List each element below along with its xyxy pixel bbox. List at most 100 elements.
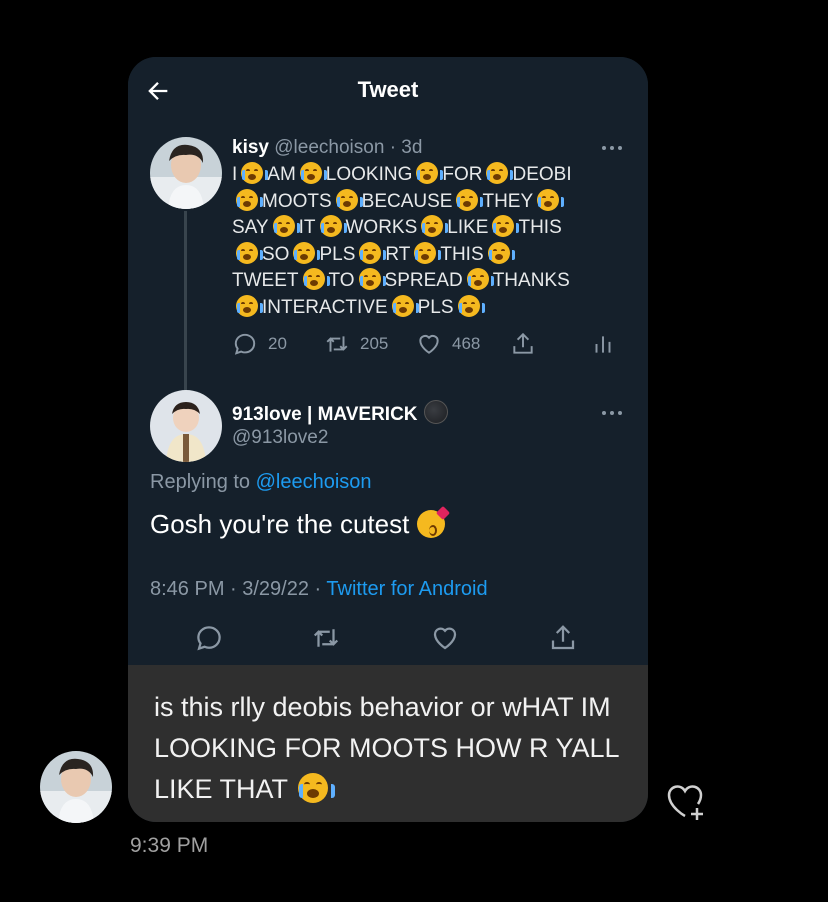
share-stat[interactable] — [510, 331, 546, 357]
quoted-word: TWEET — [232, 270, 299, 291]
more-icon[interactable] — [600, 144, 624, 152]
reply-display-name[interactable]: 913love | MAVERICK — [232, 400, 448, 426]
quoted-word: THEY — [482, 190, 534, 212]
tweet-screenshot: Tweet kisy @leechoison · 3d I AM LOOKING FO… — [128, 57, 648, 665]
crying-emoji-icon — [299, 162, 327, 184]
replying-to-line: Replying to @leechoison — [150, 471, 372, 494]
crying-emoji-icon — [236, 188, 263, 211]
crying-emoji-icon — [359, 241, 387, 264]
page-title: Tweet — [357, 77, 419, 102]
crying-emoji-icon — [236, 241, 263, 264]
reply-icon — [234, 333, 256, 355]
heart-add-icon[interactable] — [664, 778, 710, 824]
crying-emoji-icon — [272, 215, 300, 237]
quoted-word: DEOBI — [512, 164, 572, 185]
quoted-word: FOR — [442, 164, 483, 185]
crying-emoji-icon — [492, 215, 520, 237]
crying-emoji-icon — [335, 188, 363, 211]
like-icon[interactable] — [430, 623, 460, 653]
quoted-age: · 3d — [389, 137, 423, 158]
quoted-word: TO — [328, 270, 355, 291]
replying-prefix: Replying to — [150, 471, 256, 493]
quoted-word: MOOTS — [262, 190, 332, 212]
more-icon[interactable] — [600, 409, 624, 417]
crying-emoji-icon — [421, 215, 449, 237]
crying-emoji-icon — [416, 162, 444, 184]
crying-emoji-icon — [456, 188, 484, 211]
quoted-word: THIS — [440, 243, 484, 265]
reply-count: 20 — [268, 334, 287, 353]
quoted-word: SO — [262, 243, 290, 265]
shared-tweet-card[interactable]: Tweet kisy @leechoison · 3d I AM LOOKING FO… — [128, 57, 648, 822]
quoted-text-line: SO PLS RT THIS — [232, 241, 622, 269]
quoted-display-name[interactable]: kisy — [232, 137, 269, 158]
tweet-source[interactable]: Twitter for Android — [326, 578, 487, 600]
quoted-user-avatar[interactable] — [150, 137, 222, 209]
quoted-tweet-stats: 20 205 468 — [232, 331, 632, 361]
quoted-word: INTERACTIVE — [262, 296, 388, 318]
reply-stat[interactable]: 20 — [232, 331, 287, 357]
like-count: 468 — [452, 334, 481, 353]
crying-emoji-icon — [466, 268, 494, 290]
like-stat[interactable]: 468 — [416, 331, 480, 357]
crying-emoji-icon — [236, 294, 263, 317]
quoted-word: LIKE — [447, 217, 489, 238]
quoted-tweet-text: I AM LOOKING FOR DEOBI MOOTS BECAUSE THEY SAY IT W… — [232, 162, 622, 321]
sender-avatar[interactable] — [40, 751, 112, 823]
crying-emoji-icon — [302, 268, 330, 290]
crying-emoji-icon — [457, 294, 485, 317]
quoted-text-line: TWEET TO SPREAD THANKS — [232, 268, 622, 295]
tweet-action-bar — [128, 617, 648, 657]
crying-emoji-icon — [391, 294, 419, 317]
quoted-word: THIS — [518, 217, 562, 238]
moon-emoji-icon — [423, 400, 448, 424]
quoted-handle[interactable]: @leechoison — [274, 137, 384, 158]
retweet-count: 205 — [360, 334, 389, 353]
tweet-time: 8:46 PM · 3/29/22 · — [150, 578, 327, 600]
retweet-icon[interactable] — [311, 623, 341, 653]
quoted-word: SAY — [232, 217, 269, 238]
like-icon — [419, 334, 439, 354]
crying-emoji-icon — [319, 215, 347, 237]
quoted-word: I — [232, 164, 238, 185]
message-text-block: is this rlly deobis behavior or wHAT IM … — [154, 687, 634, 810]
analytics-stat[interactable] — [590, 331, 626, 357]
kiss-emoji-icon — [417, 510, 446, 538]
reply-user-avatar[interactable] — [150, 390, 222, 462]
share-icon — [513, 332, 533, 354]
replying-to-link[interactable]: @leechoison — [256, 471, 372, 493]
crying-emoji-icon — [487, 241, 515, 264]
crying-emoji-icon — [486, 162, 514, 184]
reply-icon[interactable] — [194, 623, 224, 653]
tweet-meta: 8:46 PM · 3/29/22 · Twitter for Android — [150, 578, 488, 601]
crying-emoji-icon — [293, 241, 321, 264]
crying-emoji-icon — [358, 268, 386, 290]
quoted-word: PLS — [417, 296, 454, 318]
quoted-word: THANKS — [492, 270, 570, 291]
message-text: is this rlly deobis behavior or wHAT IM … — [154, 692, 619, 804]
quoted-text-line: I AM LOOKING FOR DEOBI — [232, 162, 622, 189]
quoted-word: AM — [267, 164, 296, 185]
message-bubble[interactable]: is this rlly deobis behavior or wHAT IM … — [128, 665, 648, 822]
quoted-text-line: INTERACTIVE PLS — [232, 294, 622, 322]
retweet-stat[interactable]: 205 — [324, 331, 388, 357]
reply-name-text: 913love | MAVERICK — [232, 404, 418, 425]
quoted-word: SPREAD — [384, 270, 463, 291]
tweet-topbar: Tweet — [128, 57, 648, 123]
quoted-tweet-header: kisy @leechoison · 3d — [232, 137, 422, 159]
quoted-text-line: SAY IT WORKS LIKE THIS — [232, 215, 622, 242]
crying-emoji-icon — [414, 241, 442, 264]
crying-emoji-icon — [298, 773, 336, 803]
reply-handle[interactable]: @913love2 — [232, 427, 328, 449]
quoted-word: PLS — [319, 243, 356, 265]
share-icon[interactable] — [548, 623, 578, 653]
quoted-word: RT — [385, 243, 411, 265]
quoted-word: WORKS — [345, 217, 418, 238]
quoted-word: IT — [298, 217, 316, 238]
analytics-icon — [595, 336, 611, 353]
retweet-icon — [326, 336, 348, 352]
crying-emoji-icon — [537, 188, 565, 211]
quoted-text-line: MOOTS BECAUSE THEY — [232, 188, 622, 216]
quoted-word: LOOKING — [325, 164, 413, 185]
quoted-word: BECAUSE — [361, 190, 453, 212]
